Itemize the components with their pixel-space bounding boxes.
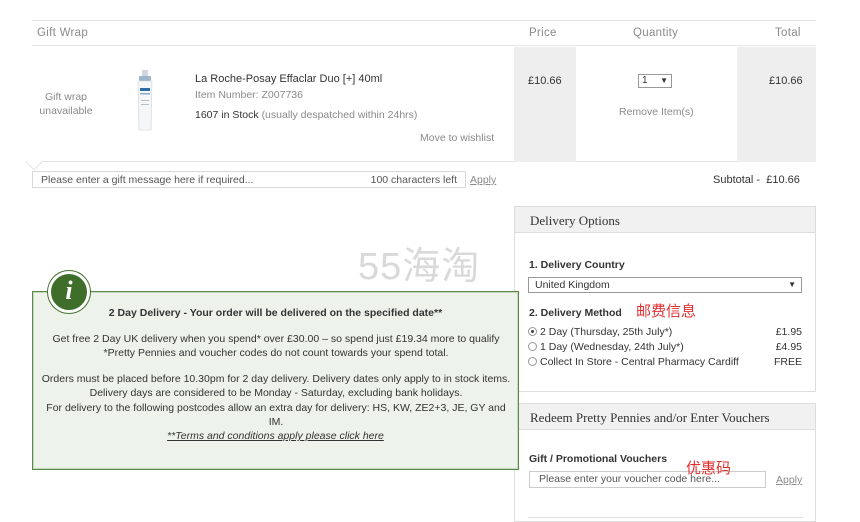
- move-to-wishlist-link[interactable]: Move to wishlist: [420, 132, 494, 144]
- header-total: Total: [775, 27, 801, 39]
- subtotal-label: Subtotal -: [713, 174, 761, 186]
- remove-item-link[interactable]: Remove Item(s): [619, 106, 694, 118]
- delivery-option-1day[interactable]: 1 Day (Wednesday, 24th July*): [540, 341, 684, 353]
- voucher-apply-link[interactable]: Apply: [776, 474, 802, 486]
- chevron-down-icon: ▼: [660, 76, 668, 85]
- annotation-shipping-info: 邮费信息: [636, 303, 697, 320]
- basket-table-header: Gift Wrap Price Quantity Total: [32, 20, 816, 46]
- popup-postcode-text: For delivery to the following postcodes …: [46, 402, 506, 428]
- gift-message-apply-link[interactable]: Apply: [470, 174, 496, 186]
- item-price: £10.66: [528, 75, 562, 87]
- product-image[interactable]: [136, 70, 154, 132]
- popup-order-cutoff-text: Orders must be placed before 10.30pm for…: [41, 373, 511, 399]
- delivery-option-radio-2day[interactable]: [528, 327, 537, 336]
- item-total: £10.66: [769, 75, 803, 87]
- popup-free-delivery-text: Get free 2 Day UK delivery when you spen…: [52, 333, 500, 359]
- delivery-country-label: 1. Delivery Country: [529, 259, 625, 271]
- subtotal: Subtotal - £10.66: [713, 174, 800, 186]
- watermark: 55海淘: [358, 246, 481, 288]
- delivery-options-title: Delivery Options: [515, 207, 815, 233]
- header-gift-wrap: Gift Wrap: [37, 27, 89, 39]
- price-cell: [514, 47, 576, 162]
- terms-and-conditions-link[interactable]: **Terms and conditions apply please clic…: [32, 430, 519, 442]
- delivery-method-label: 2. Delivery Method: [529, 307, 622, 319]
- stock-status: 1607 in Stock (usually despatched within…: [195, 109, 417, 121]
- quantity-select[interactable]: 1 ▼: [638, 74, 672, 88]
- quantity-value: 1: [642, 75, 648, 86]
- total-cell: [737, 47, 816, 162]
- stock-count: 1607 in Stock: [195, 109, 259, 121]
- characters-left: 100 characters left: [370, 174, 457, 186]
- header-price: Price: [529, 27, 557, 39]
- delivery-option-2day[interactable]: 2 Day (Thursday, 25th July*): [540, 326, 672, 338]
- chevron-down-icon: ▼: [788, 280, 796, 289]
- product-name[interactable]: La Roche-Posay Effaclar Duo [+] 40ml: [195, 73, 382, 85]
- gift-message-placeholder: Please enter a gift message here if requ…: [41, 174, 254, 186]
- voucher-label: Gift / Promotional Vouchers: [529, 453, 668, 465]
- delivery-price-2day: £1.95: [775, 326, 802, 338]
- delivery-option-radio-1day[interactable]: [528, 342, 537, 351]
- delivery-option-collect[interactable]: Collect In Store - Central Pharmacy Card…: [540, 356, 739, 368]
- header-quantity: Quantity: [633, 27, 679, 39]
- delivery-price-1day: £4.95: [775, 341, 802, 353]
- delivery-country-value: United Kingdom: [535, 279, 610, 291]
- stock-note: (usually despatched within 24hrs): [261, 109, 418, 121]
- subtotal-value: £10.66: [766, 174, 800, 186]
- divider: [528, 517, 803, 518]
- delivery-country-select[interactable]: United Kingdom ▼: [528, 277, 802, 293]
- gift-message-input[interactable]: Please enter a gift message here if requ…: [32, 171, 466, 188]
- voucher-panel-title: Redeem Pretty Pennies and/or Enter Vouch…: [515, 404, 815, 430]
- gift-wrap-status: Gift wrap unavailable: [39, 91, 93, 117]
- delivery-price-collect: FREE: [773, 356, 802, 368]
- item-number: Item Number: Z007736: [195, 89, 303, 101]
- delivery-option-radio-collect[interactable]: [528, 357, 537, 366]
- annotation-coupon-code: 优惠码: [686, 460, 732, 477]
- popup-title: 2 Day Delivery - Your order will be deli…: [108, 307, 443, 319]
